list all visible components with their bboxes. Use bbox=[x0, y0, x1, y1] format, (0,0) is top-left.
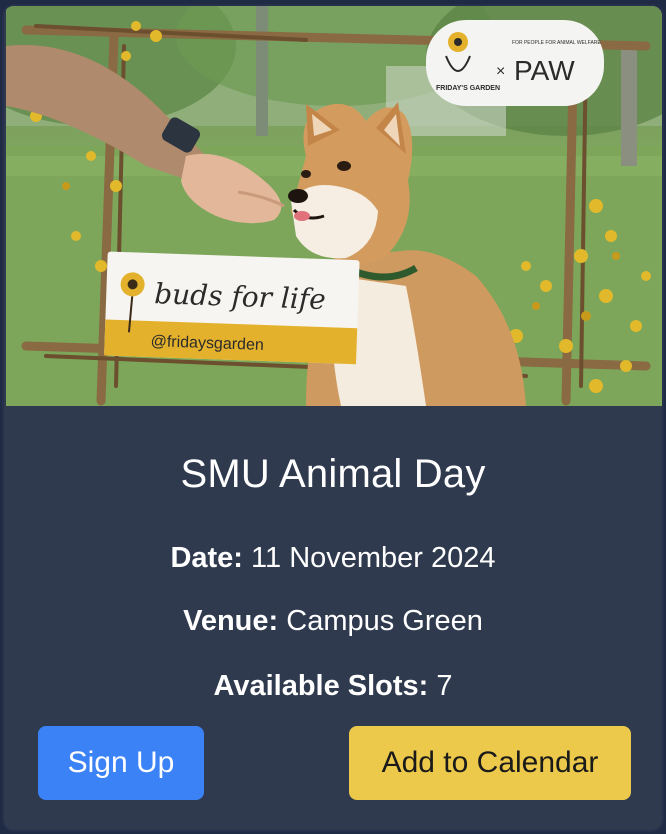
logo-x-text: × bbox=[496, 63, 505, 80]
event-photo: buds for life @fridaysgarden FRIDAY'S GA… bbox=[6, 6, 662, 406]
slots-label: Available Slots: bbox=[213, 670, 429, 702]
logo-right-text: PAW bbox=[514, 55, 575, 86]
event-venue-row: Venue: Campus Green bbox=[4, 605, 662, 638]
venue-value: Campus Green bbox=[286, 605, 483, 637]
event-details: SMU Animal Day Date: 11 November 2024 Ve… bbox=[4, 408, 662, 830]
logo-tag-text: FOR PEOPLE FOR ANIMAL WELFARE bbox=[512, 40, 601, 46]
partner-logo-badge: FRIDAY'S GARDEN × PAW FOR PEOPLE FOR ANI… bbox=[426, 20, 604, 106]
logo-left-text: FRIDAY'S GARDEN bbox=[436, 85, 500, 92]
event-title: SMU Animal Day bbox=[180, 452, 486, 496]
sign-up-button[interactable]: Sign Up bbox=[38, 726, 204, 800]
event-date-row: Date: 11 November 2024 bbox=[4, 542, 662, 575]
add-to-calendar-button[interactable]: Add to Calendar bbox=[349, 726, 631, 800]
sign-main-text: buds for life bbox=[154, 277, 327, 316]
date-label: Date: bbox=[170, 542, 243, 574]
slots-value: 7 bbox=[436, 670, 453, 702]
dog-photo-illustration: buds for life @fridaysgarden FRIDAY'S GA… bbox=[6, 6, 662, 406]
event-slots-row: Available Slots: 7 bbox=[4, 670, 662, 703]
date-value: 11 November 2024 bbox=[251, 542, 496, 574]
venue-label: Venue: bbox=[183, 605, 279, 637]
event-card: buds for life @fridaysgarden FRIDAY'S GA… bbox=[4, 6, 662, 830]
buds-for-life-sign: buds for life @fridaysgarden bbox=[104, 251, 360, 365]
